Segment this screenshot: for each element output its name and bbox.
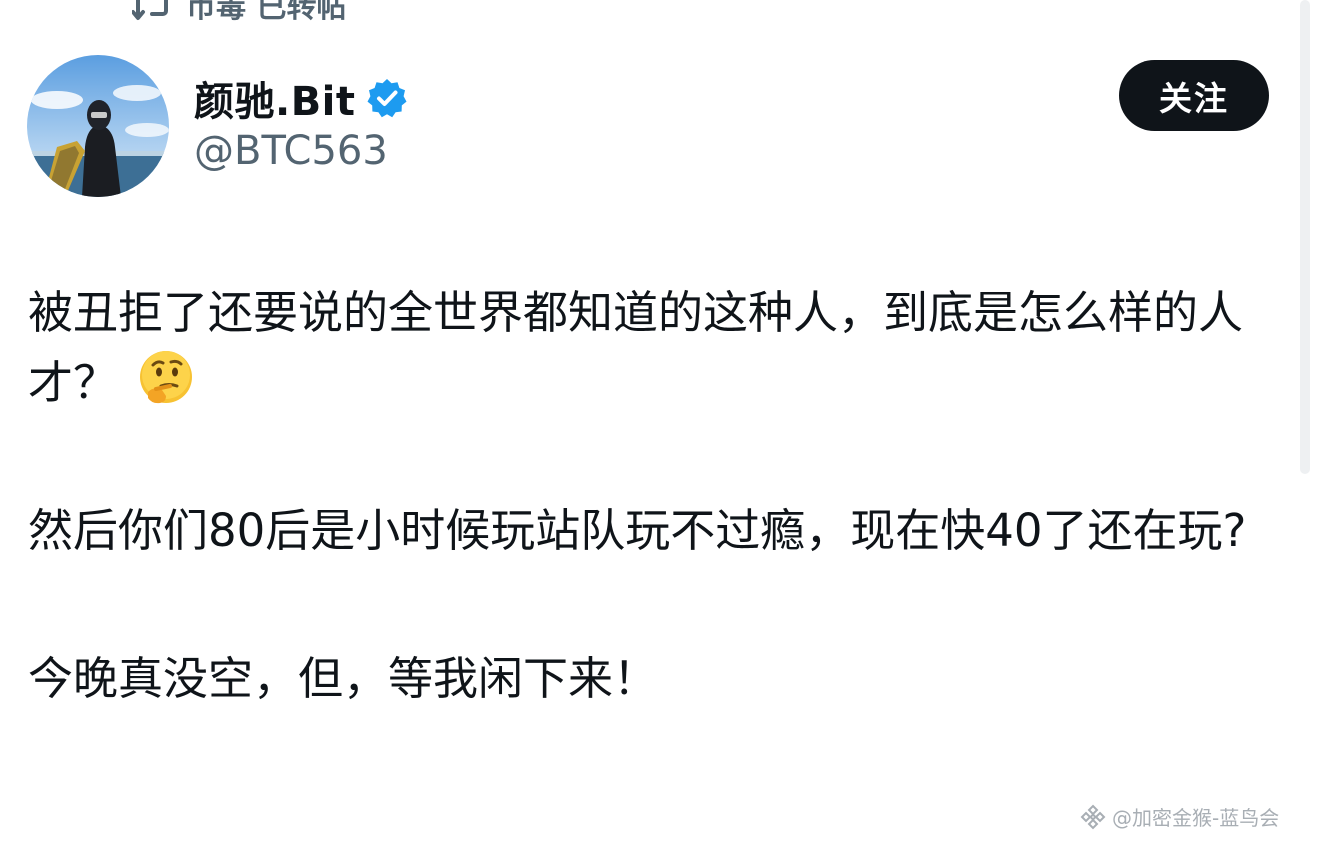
thinking-face-emoji-icon bbox=[136, 348, 196, 408]
binance-logo-icon bbox=[1080, 804, 1106, 830]
tweet-paragraph: 今晚真没空，但，等我闲下来！ bbox=[28, 644, 1290, 714]
verified-badge-icon bbox=[366, 77, 408, 119]
tweet-paragraph: 然后你们80后是小时候玩站队玩不过瘾，现在快40了还在玩? bbox=[28, 496, 1290, 566]
follow-button[interactable]: 关注 bbox=[1119, 60, 1269, 131]
tweet-paragraph: 被丑拒了还要说的全世界都知道的这种人，到底是怎么样的人才？ bbox=[28, 278, 1290, 418]
repost-indicator[interactable]: 币毒 已转帖 bbox=[132, 0, 347, 25]
tweet-paragraph-text: 今晚真没空，但，等我闲下来！ bbox=[28, 652, 659, 705]
repost-text: 币毒 已转帖 bbox=[186, 0, 347, 25]
scrollbar[interactable] bbox=[1300, 0, 1310, 474]
author-display-name[interactable]: 颜驰.Bit bbox=[194, 69, 356, 127]
author-handle[interactable]: @BTC563 bbox=[194, 128, 388, 174]
watermark-text: @加密金猴-蓝鸟会 bbox=[1112, 806, 1280, 830]
repost-icon bbox=[132, 0, 172, 21]
tweet-paragraph-text: 被丑拒了还要说的全世界都知道的这种人，到底是怎么样的人才？ bbox=[28, 286, 1244, 409]
tweet-text: 被丑拒了还要说的全世界都知道的这种人，到底是怎么样的人才？ 然后你们80后是小时… bbox=[28, 278, 1290, 714]
author-name-row[interactable]: 颜驰.Bit bbox=[194, 70, 408, 126]
avatar[interactable] bbox=[27, 55, 169, 197]
watermark: @加密金猴-蓝鸟会 bbox=[1080, 802, 1279, 831]
tweet-paragraph-text: 然后你们80后是小时候玩站队玩不过瘾，现在快40了还在玩? bbox=[28, 504, 1247, 557]
